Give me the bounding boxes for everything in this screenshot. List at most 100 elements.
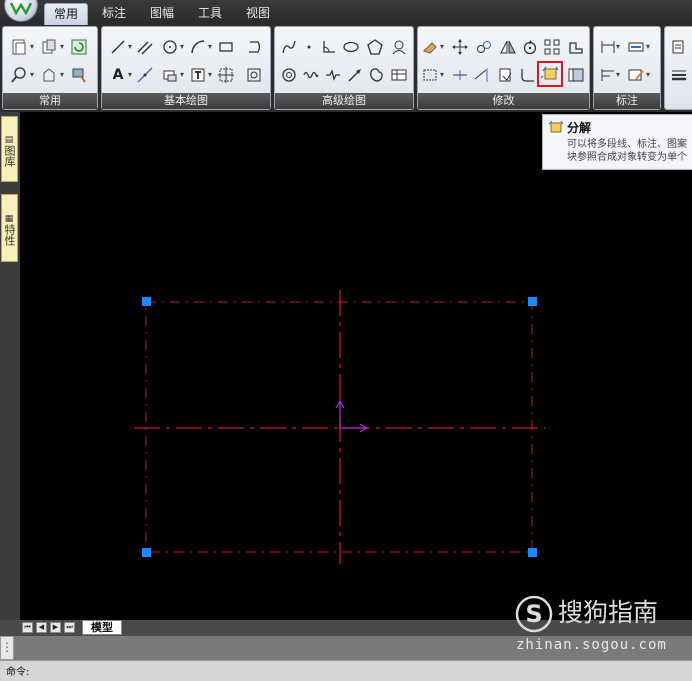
spline-icon[interactable] xyxy=(279,37,299,57)
rotate-icon[interactable] xyxy=(520,37,540,57)
copy-object-icon[interactable] xyxy=(474,37,494,57)
dropdown-arrow-icon[interactable]: ▾ xyxy=(30,65,36,85)
side-tab-properties[interactable]: ▦特性 xyxy=(1,194,18,262)
block-icon[interactable] xyxy=(160,65,180,85)
pan-icon[interactable] xyxy=(39,65,59,85)
move-icon[interactable] xyxy=(450,37,470,57)
polygon-icon[interactable] xyxy=(365,37,385,57)
angle-icon[interactable] xyxy=(319,37,339,57)
rectangle-icon[interactable] xyxy=(216,37,236,57)
tab-common[interactable]: 常用 xyxy=(44,3,88,25)
wave-line-icon[interactable] xyxy=(301,65,321,85)
donut-icon[interactable] xyxy=(279,65,299,85)
erase-icon[interactable] xyxy=(420,37,440,57)
trim-icon[interactable] xyxy=(450,65,470,85)
dropdown-arrow-icon[interactable]: ▾ xyxy=(30,37,36,57)
edit-dimension-icon[interactable] xyxy=(626,65,646,85)
region-icon[interactable] xyxy=(244,65,264,85)
table-icon[interactable] xyxy=(389,65,409,85)
arc-icon[interactable] xyxy=(188,37,208,57)
fillet-icon[interactable] xyxy=(518,65,538,85)
arrow-icon[interactable] xyxy=(345,65,365,85)
grip-bottom-left[interactable] xyxy=(142,548,151,557)
dropdown-arrow-icon[interactable]: ▾ xyxy=(208,65,214,85)
panel-label-advanced-draw: 高级绘图 xyxy=(275,93,413,109)
hatch-icon[interactable] xyxy=(216,65,236,85)
first-layout-icon[interactable]: ⏮ xyxy=(22,622,33,633)
select-window-icon[interactable] xyxy=(420,65,440,85)
new-file-icon[interactable] xyxy=(9,37,29,57)
circle-icon[interactable] xyxy=(160,37,180,57)
dropdown-arrow-icon[interactable]: ▾ xyxy=(180,37,186,57)
dropdown-arrow-icon[interactable]: ▾ xyxy=(646,37,652,57)
tab-tools[interactable]: 工具 xyxy=(192,3,228,25)
command-window-grip-icon[interactable]: ⋮ xyxy=(0,636,14,660)
dimension-style-icon[interactable] xyxy=(626,37,646,57)
application-menu-button[interactable] xyxy=(4,0,38,22)
svg-text:S: S xyxy=(525,600,542,628)
parallel-line-icon[interactable] xyxy=(135,37,155,57)
dropdown-arrow-icon[interactable]: ▾ xyxy=(616,37,622,57)
break-icon[interactable] xyxy=(566,65,586,85)
ribbon: ▾ ▾ ▾ ▾ 常用 ▾ ▾ ▾ A ▾ ▾ ▾ 基本绘图 高级绘图 ▾ ▾ 修… xyxy=(0,26,692,112)
dropdown-arrow-icon[interactable]: ▾ xyxy=(440,65,446,85)
side-tab-library[interactable]: ▤图库 xyxy=(1,116,18,182)
dropdown-arrow-icon[interactable]: ▾ xyxy=(646,65,652,85)
lineweight-icon[interactable] xyxy=(669,65,689,85)
model-tab[interactable]: 模型 xyxy=(82,620,122,635)
tooltip-line-2: 块参照合成对象转变为单个 xyxy=(567,152,687,163)
last-layout-icon[interactable]: ⏭ xyxy=(64,622,75,633)
array-icon[interactable] xyxy=(542,37,562,57)
prev-layout-icon[interactable]: ◀ xyxy=(36,622,47,633)
tab-view[interactable]: 视图 xyxy=(240,3,276,25)
boundary-icon[interactable] xyxy=(367,65,387,85)
text-icon[interactable]: A xyxy=(108,65,128,85)
watermark-brand: 搜狗指南 xyxy=(558,598,659,627)
status-bar xyxy=(0,660,692,681)
match-properties-icon[interactable] xyxy=(69,65,89,85)
grip-bottom-right[interactable] xyxy=(528,548,537,557)
tab-dimension[interactable]: 标注 xyxy=(96,3,132,25)
mirror-icon[interactable] xyxy=(498,37,518,57)
stretch-icon[interactable] xyxy=(566,37,586,57)
dropdown-arrow-icon[interactable]: ▾ xyxy=(60,65,66,85)
grip-top-right[interactable] xyxy=(528,297,537,306)
dropdown-arrow-icon[interactable]: ▾ xyxy=(616,65,622,85)
panel-common: ▾ ▾ ▾ ▾ 常用 xyxy=(2,26,98,110)
drawing-canvas[interactable] xyxy=(20,112,692,620)
drawing-svg xyxy=(134,290,546,564)
explode-tooltip-icon xyxy=(548,120,564,133)
break-line-icon[interactable] xyxy=(323,65,343,85)
layer-properties-icon[interactable] xyxy=(669,37,689,57)
dropdown-arrow-icon[interactable]: ▾ xyxy=(128,37,134,57)
baseline-dimension-icon[interactable] xyxy=(598,65,618,85)
dropdown-arrow-icon[interactable]: ▾ xyxy=(180,65,186,85)
ellipse-icon[interactable] xyxy=(341,37,361,57)
selected-rectangle[interactable] xyxy=(145,301,533,553)
panel-basic-draw: ▾ ▾ ▾ A ▾ ▾ ▾ 基本绘图 xyxy=(101,26,271,110)
panel-label-basic-draw: 基本绘图 xyxy=(102,93,270,109)
line-icon[interactable] xyxy=(108,37,128,57)
zoom-icon[interactable] xyxy=(9,65,29,85)
dropdown-arrow-icon[interactable]: ▾ xyxy=(208,37,214,57)
construction-line-icon[interactable] xyxy=(135,65,155,85)
tooltip-line-1: 可以将多段线、标注、图案 xyxy=(567,139,687,150)
explode-icon[interactable] xyxy=(537,61,563,87)
linear-dimension-icon[interactable] xyxy=(598,37,618,57)
offset-icon[interactable] xyxy=(496,65,516,85)
extend-icon[interactable] xyxy=(472,65,492,85)
grip-top-left[interactable] xyxy=(142,297,151,306)
revision-cloud-icon[interactable] xyxy=(389,37,409,57)
tooltip-body: 可以将多段线、标注、图案 块参照合成对象转变为单个 xyxy=(567,138,692,164)
tab-sheet[interactable]: 图幅 xyxy=(144,3,180,25)
refresh-icon[interactable] xyxy=(69,37,89,57)
polyline-icon[interactable] xyxy=(244,37,264,57)
left-palette-strip: ▤图库 ▦特性 xyxy=(0,112,20,632)
dropdown-arrow-icon[interactable]: ▾ xyxy=(128,65,134,85)
next-layout-icon[interactable]: ▶ xyxy=(50,622,61,633)
dropdown-arrow-icon[interactable]: ▾ xyxy=(440,37,446,57)
copy-icon[interactable] xyxy=(39,37,59,57)
dropdown-arrow-icon[interactable]: ▾ xyxy=(60,37,66,57)
multiline-text-icon[interactable] xyxy=(188,65,208,85)
point-icon[interactable] xyxy=(299,37,319,57)
